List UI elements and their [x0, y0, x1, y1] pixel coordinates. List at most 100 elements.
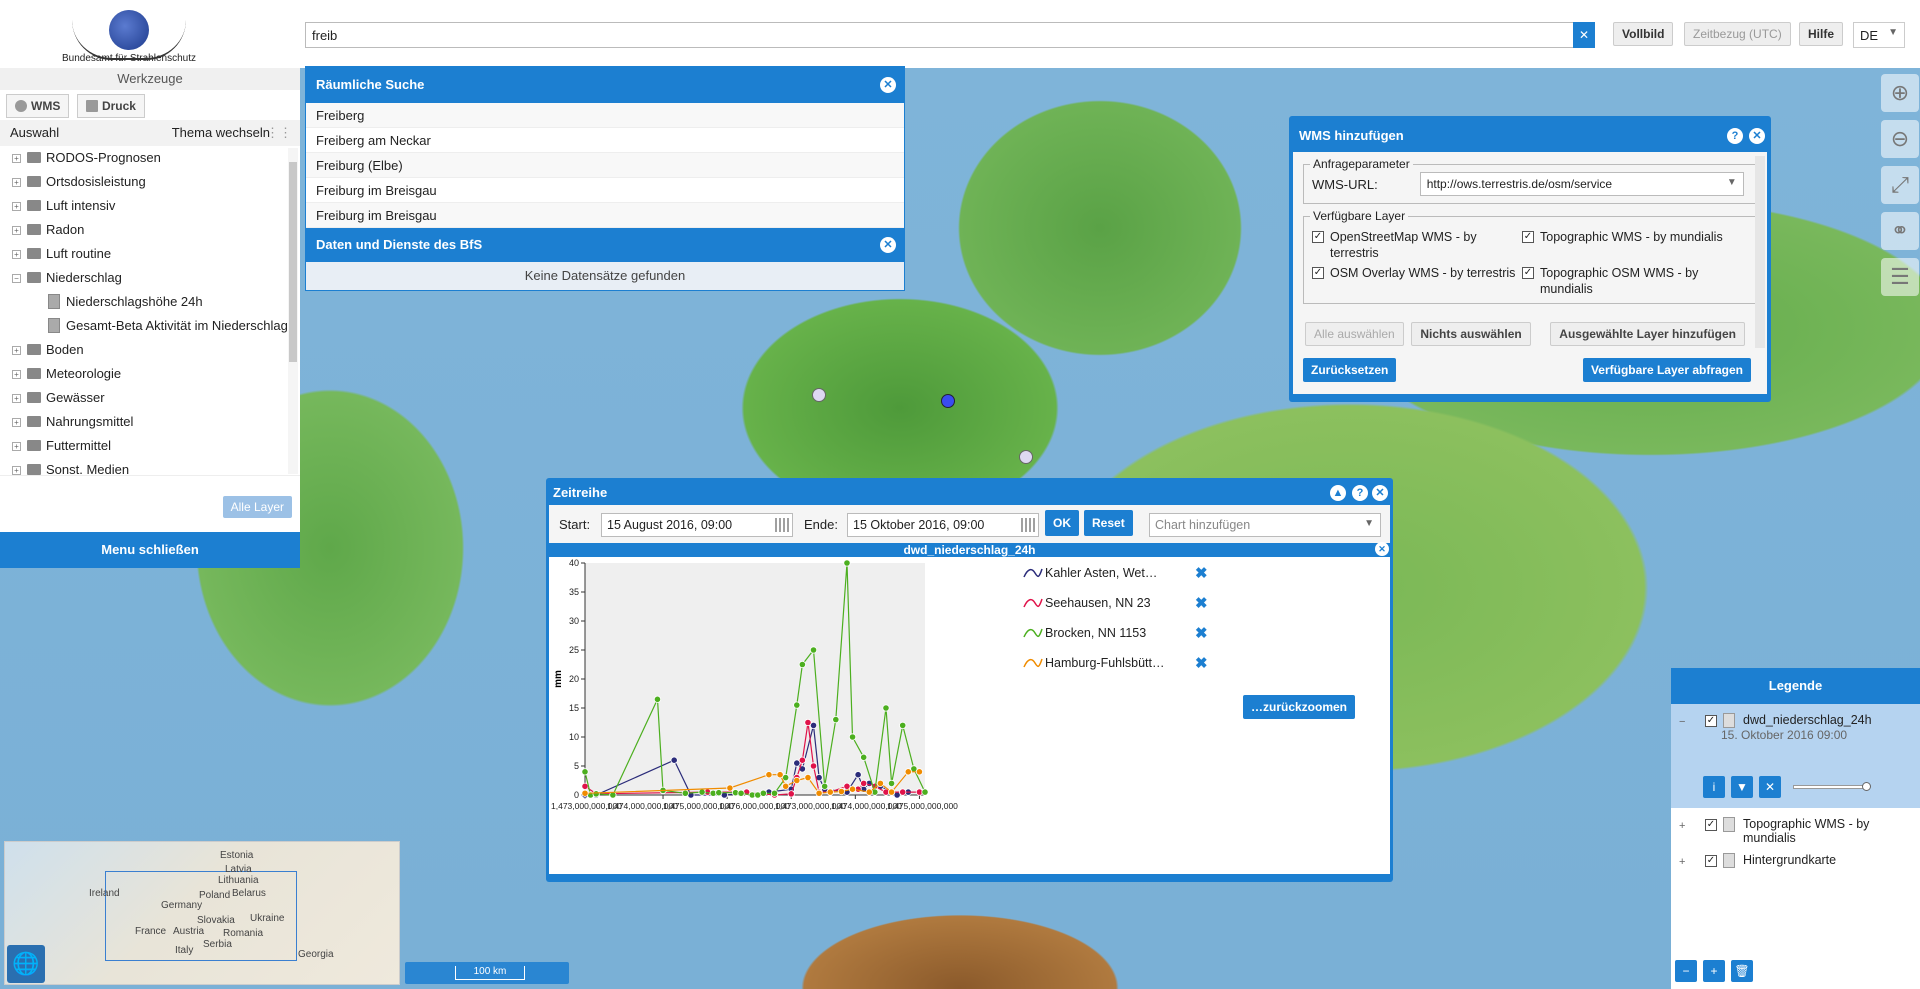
checkbox-icon[interactable]: ✓ [1522, 267, 1534, 279]
opacity-slider[interactable] [1793, 782, 1871, 791]
dialog-scrollbar[interactable] [1755, 156, 1765, 348]
filter-icon[interactable]: ▼ [1731, 776, 1753, 798]
tree-folder[interactable]: + Boden [0, 338, 300, 362]
tree-folder[interactable]: − Niederschlag [0, 266, 300, 290]
checkbox-icon[interactable]: ✓ [1312, 267, 1324, 279]
remove-series-icon[interactable]: ✖ [1195, 624, 1208, 644]
expand-icon[interactable]: + [12, 202, 21, 211]
grid-icon[interactable]: ⋮⋮ [266, 120, 292, 146]
globe-icon[interactable]: 🌐 [7, 945, 45, 983]
close-icon[interactable]: ✕ [880, 77, 896, 93]
print-button[interactable]: Druck [76, 94, 145, 118]
expand-icon[interactable]: + [12, 346, 21, 355]
timezone-button[interactable]: Zeitbezug (UTC) [1684, 22, 1791, 46]
expand-icon[interactable]: + [12, 370, 21, 379]
layer-checkbox-item[interactable]: ✓ Topographic OSM WMS - by mundialis [1522, 265, 1732, 297]
tree-folder[interactable]: + Nahrungsmittel [0, 410, 300, 434]
clear-search-icon[interactable]: ✕ [1573, 22, 1595, 48]
expand-icon[interactable]: + [12, 394, 21, 403]
tree-folder[interactable]: + Ortsdosisleistung [0, 170, 300, 194]
precipitation-chart[interactable]: 0510152025303540mm1,473,000,000,0001,474… [549, 557, 1029, 874]
zoom-in-icon[interactable]: ⊕ [1881, 74, 1919, 112]
all-layers-button[interactable]: Alle Layer [222, 496, 292, 518]
zoom-out-icon[interactable]: ⊖ [1881, 120, 1919, 158]
collapse-all-icon[interactable]: − [1675, 960, 1697, 982]
reset-button[interactable]: Reset [1084, 510, 1133, 536]
link-icon[interactable]: ⚭ [1881, 212, 1919, 250]
legend-layer[interactable]: + ✓ Topographic WMS - by mundialis [1671, 814, 1920, 848]
legend-series[interactable]: Hamburg-Fuhlsbütt… ✖ [1021, 653, 1231, 673]
tree-leaf-layer[interactable]: Gesamt-Beta Aktivität im Niederschlag [0, 314, 300, 338]
overview-map[interactable]: Estonia Latvia Lithuania Ireland Belarus Pola… [4, 841, 400, 985]
slider-handle[interactable] [1862, 782, 1871, 791]
ok-button[interactable]: OK [1045, 510, 1079, 536]
calendar-icon[interactable] [775, 518, 789, 532]
legend-layer-selected[interactable]: − ✓ dwd_niederschlag_24h 15. Oktober 201… [1671, 704, 1920, 808]
wms-url-input[interactable]: http://ows.terrestris.de/osm/service ▼ [1419, 172, 1744, 196]
remove-series-icon[interactable]: ✖ [1195, 564, 1208, 584]
expand-icon[interactable]: + [12, 442, 21, 451]
layer-checkbox-item[interactable]: ✓ OSM Overlay WMS - by terrestris [1312, 265, 1522, 297]
expand-icon[interactable]: − [12, 274, 21, 283]
select-all-button[interactable]: Alle auswählen [1305, 322, 1404, 346]
station-marker-selected[interactable] [941, 394, 955, 408]
legend-series[interactable]: Brocken, NN 1153 ✖ [1021, 623, 1231, 643]
expand-icon[interactable]: + [12, 418, 21, 427]
search-result-item[interactable]: Freiburg im Breisgau [306, 178, 904, 203]
wms-button[interactable]: WMS [6, 94, 70, 118]
close-chart-icon[interactable]: ✕ [1375, 542, 1389, 556]
close-icon[interactable]: ✕ [1749, 128, 1765, 144]
add-chart-select[interactable]: Chart hinzufügen ▼ [1149, 513, 1381, 537]
delete-icon[interactable]: 🗑 [1731, 960, 1753, 982]
expand-icon[interactable]: + [12, 466, 21, 475]
remove-series-icon[interactable]: ✖ [1195, 594, 1208, 614]
zoom-back-button[interactable]: …zurückzoomen [1243, 695, 1356, 719]
tree-folder[interactable]: + Luft intensiv [0, 194, 300, 218]
end-date-input[interactable]: 15 Oktober 2016, 09:00 [847, 513, 1039, 537]
info-icon[interactable]: i [1703, 776, 1725, 798]
help-icon[interactable]: ? [1727, 128, 1743, 144]
search-result-item[interactable]: Freiburg (Elbe) [306, 153, 904, 178]
chevron-down-icon[interactable]: ▼ [1727, 177, 1737, 188]
expand-icon[interactable]: + [12, 154, 21, 163]
expand-icon[interactable]: + [1679, 856, 1685, 868]
calendar-icon[interactable] [1021, 518, 1035, 532]
search-result-item[interactable]: Freiberg am Neckar [306, 128, 904, 153]
switch-theme-button[interactable]: Thema wechseln [172, 120, 270, 146]
tree-folder[interactable]: + Sonst. Medien [0, 458, 300, 475]
expand-all-icon[interactable]: + [1703, 960, 1725, 982]
collapse-icon[interactable]: ▲ [1330, 485, 1346, 501]
close-icon[interactable]: ✕ [880, 237, 896, 253]
tree-folder[interactable]: + Radon [0, 218, 300, 242]
expand-icon[interactable]: + [12, 226, 21, 235]
tree-folder[interactable]: + Futtermittel [0, 434, 300, 458]
expand-icon[interactable]: + [12, 250, 21, 259]
station-marker[interactable] [1019, 450, 1033, 464]
checkbox-icon[interactable]: ✓ [1312, 231, 1324, 243]
layer-checkbox[interactable]: ✓ [1705, 715, 1717, 727]
checkbox-icon[interactable]: ✓ [1522, 231, 1534, 243]
help-button[interactable]: Hilfe [1799, 22, 1844, 46]
layer-checkbox-item[interactable]: ✓ OpenStreetMap WMS - by terrestris [1312, 229, 1522, 261]
help-icon[interactable]: ? [1352, 485, 1368, 501]
remove-series-icon[interactable]: ✖ [1195, 654, 1208, 674]
station-marker[interactable] [812, 388, 826, 402]
add-selected-layers-button[interactable]: Ausgewählte Layer hinzufügen [1550, 322, 1745, 346]
list-icon[interactable]: ☰ [1881, 258, 1919, 296]
layer-checkbox-item[interactable]: ✓ Topographic WMS - by mundialis [1522, 229, 1732, 261]
language-select[interactable]: DE ▼ [1853, 22, 1905, 48]
fullscreen-button[interactable]: Vollbild [1613, 22, 1674, 46]
tree-leaf-layer[interactable]: Niederschlagshöhe 24h [0, 290, 300, 314]
query-layers-button[interactable]: Verfügbare Layer abfragen [1582, 358, 1751, 382]
tree-folder[interactable]: + Meteorologie [0, 362, 300, 386]
legend-layer[interactable]: + ✓ Hintergrundkarte [1671, 850, 1920, 874]
collapse-icon[interactable]: − [1679, 716, 1685, 728]
legend-series[interactable]: Seehausen, NN 23 ✖ [1021, 593, 1231, 613]
expand-icon[interactable]: + [1679, 820, 1685, 832]
reset-button[interactable]: Zurücksetzen [1303, 358, 1397, 382]
search-result-item[interactable]: Freiberg [306, 103, 904, 128]
tree-folder[interactable]: + Gewässer [0, 386, 300, 410]
expand-icon[interactable]: + [12, 178, 21, 187]
select-none-button[interactable]: Nichts auswählen [1411, 322, 1531, 346]
search-result-item[interactable]: Freiburg im Breisgau [306, 203, 904, 228]
